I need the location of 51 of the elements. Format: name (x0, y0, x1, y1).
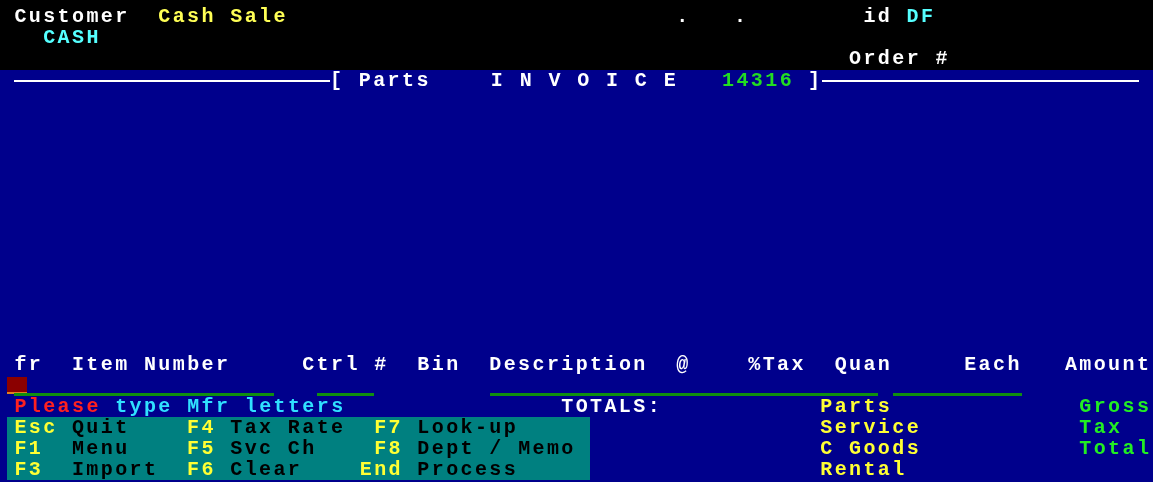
customer-name: Cash Sale (158, 6, 288, 27)
column-header: Quan (834, 354, 893, 375)
function-key: F4 (187, 417, 216, 438)
prompt-warning-text: Please (14, 396, 101, 417)
column-header: Amount (1064, 354, 1152, 375)
customer-label: Customer (14, 6, 130, 27)
function-action: Clear (230, 459, 303, 480)
id-value: DF (906, 6, 936, 27)
function-action: Import (71, 459, 159, 480)
total-label: Parts (820, 396, 893, 417)
column-header: Each (964, 354, 1022, 375)
function-key: F8 (374, 438, 403, 459)
function-action: Quit (71, 417, 130, 438)
function-action: Process (417, 459, 519, 480)
id-label: id (863, 6, 893, 27)
total-label: Total (1079, 438, 1152, 459)
total-label: Tax (1079, 417, 1123, 438)
function-key: F5 (187, 438, 216, 459)
text-cursor (7, 377, 27, 394)
column-header: Description (489, 354, 648, 375)
function-key: F7 (374, 417, 403, 438)
invoice-title: I N V O I C E (490, 67, 679, 94)
column-header: @ (676, 354, 691, 375)
title-bracket: ] (808, 67, 823, 94)
total-label: Service (820, 417, 922, 438)
total-label: Gross (1079, 396, 1152, 417)
total-label: C Goods (820, 438, 922, 459)
function-key: F6 (187, 459, 216, 480)
function-action: Menu (71, 438, 130, 459)
order-label: Order # (849, 48, 950, 69)
function-key: End (359, 459, 403, 480)
total-label: Rental (820, 459, 907, 480)
function-key: F3 (14, 459, 44, 480)
prompt-text: type Mfr letters (115, 396, 346, 417)
function-action: Look-up (417, 417, 519, 438)
column-header: Bin (417, 354, 461, 375)
column-header: Item Number (71, 354, 231, 375)
function-key: Esc (14, 417, 58, 438)
column-header: Ctrl # (302, 354, 389, 375)
function-action: Tax Rate (230, 417, 346, 438)
function-key: F1 (14, 438, 44, 459)
invoice-number: 14316 (722, 67, 795, 94)
function-action: Svc Ch (230, 438, 317, 459)
column-header: fr (14, 354, 44, 375)
totals-label: TOTALS: (561, 396, 663, 417)
column-header: %Tax (748, 354, 806, 375)
dot-mark: . (676, 6, 691, 27)
function-action: Dept / Memo (417, 438, 576, 459)
customer-code: CASH (43, 27, 101, 48)
dot-mark: . (733, 6, 749, 27)
title-bracket: [ Parts (330, 67, 431, 94)
